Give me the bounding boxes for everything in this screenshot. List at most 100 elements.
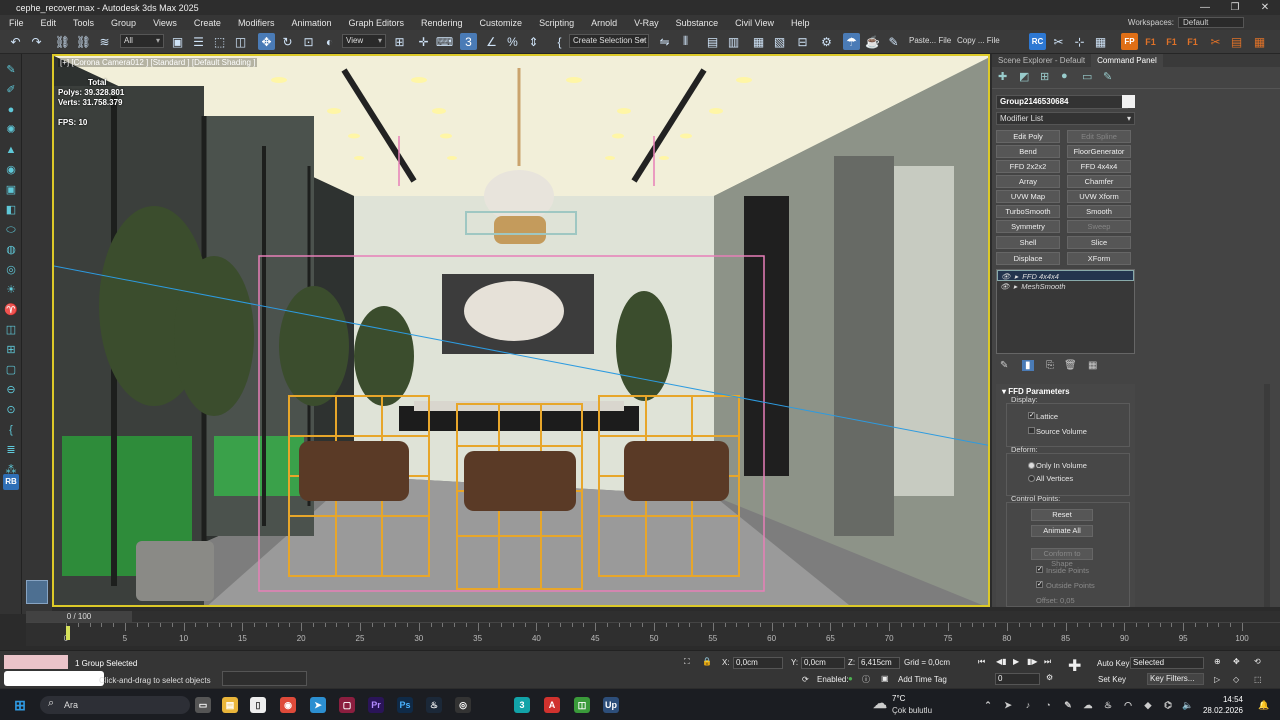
rendered-frame-window-icon[interactable]: ☂ — [843, 33, 860, 50]
app-green-icon[interactable]: ◫ — [574, 697, 590, 713]
undo-icon[interactable]: ↶ — [7, 33, 24, 50]
shell-button[interactable]: Shell — [996, 236, 1060, 249]
panel-icon[interactable]: ▣ — [3, 182, 19, 198]
rc-icon[interactable]: RC — [1029, 33, 1046, 50]
ffd-4x4x4-button[interactable]: FFD 4x4x4 — [1067, 160, 1131, 173]
adaptive-degradation-icon[interactable]: ⟳ — [802, 675, 809, 684]
field-of-view-icon[interactable]: ◇ — [1233, 675, 1239, 684]
utilities-tab-icon[interactable]: ✎ — [1103, 70, 1112, 83]
time-tag-icon[interactable]: ▣ — [881, 674, 889, 683]
eye-icon[interactable]: 👁 — [1001, 271, 1011, 281]
render-iterative-icon[interactable]: ✎ — [885, 33, 902, 50]
slice-button[interactable]: Slice — [1067, 236, 1131, 249]
y-coordinate-field[interactable]: 0,0cm — [801, 657, 845, 669]
toggle-ribbon-icon[interactable]: ▥ — [725, 33, 742, 50]
tab-strip[interactable] — [222, 671, 307, 686]
tray-vpn-icon[interactable]: ◆ — [1140, 697, 1156, 713]
offset-field[interactable]: Offset: 0,05 — [1036, 596, 1075, 605]
edit-poly-button[interactable]: Edit Poly — [996, 130, 1060, 143]
previous-frame-icon[interactable]: ◀▮ — [996, 657, 1007, 666]
document-icon[interactable]: ▯ — [250, 697, 266, 713]
grid-tool-icon[interactable]: ▦ — [1092, 33, 1109, 50]
key-filters-button[interactable]: Key Filters... — [1147, 673, 1204, 685]
align-icon[interactable]: ⫴ — [677, 33, 694, 50]
menu-edit[interactable]: Edit — [32, 18, 65, 28]
zoom-extents-icon[interactable]: ⊕ — [1214, 657, 1221, 666]
fp-icon[interactable]: FP — [1121, 33, 1138, 50]
pin-stack-icon[interactable]: ✎ — [1000, 360, 1008, 371]
menu-views[interactable]: Views — [144, 18, 185, 28]
menu-scripting[interactable]: Scripting — [530, 18, 582, 28]
object-name-field[interactable]: Group2146530684 — [996, 95, 1128, 109]
x-coordinate-field[interactable]: 0,0cm — [733, 657, 783, 669]
angle-snap-icon[interactable]: ∠ — [483, 33, 500, 50]
animate-all-button[interactable]: Animate All — [1031, 525, 1093, 537]
window-crossing-icon[interactable]: ◫ — [232, 33, 249, 50]
rectangular-selection-icon[interactable]: ⬚ — [211, 33, 228, 50]
tray-music-icon[interactable]: ♪ — [1020, 697, 1036, 713]
add-time-tag-button[interactable]: Add Time Tag — [898, 675, 947, 684]
shape-icon[interactable]: ▲ — [3, 142, 19, 158]
f1-second-icon[interactable]: F1 — [1163, 33, 1180, 50]
auto-key-button[interactable]: Auto Key — [1097, 659, 1129, 668]
quad-tool-icon[interactable]: ⊹ — [1071, 33, 1088, 50]
photoshop-icon[interactable]: Ps — [397, 697, 413, 713]
only-in-volume-radio[interactable] — [1028, 462, 1035, 469]
smooth-button[interactable]: Smooth — [1067, 205, 1131, 218]
modify-tab-icon[interactable]: ◩ — [1019, 70, 1029, 83]
curve-editor-icon[interactable]: ▦ — [750, 33, 767, 50]
named-selection-set-dropdown[interactable]: Create Selection Set — [569, 34, 649, 48]
z-coordinate-field[interactable]: 6,415cm — [858, 657, 900, 669]
time-slider-track[interactable] — [26, 611, 1280, 622]
set-key-big-icon[interactable]: ✚ — [1068, 656, 1081, 676]
viewport-scene[interactable] — [54, 56, 990, 607]
tray-volume-icon[interactable]: 🔈 — [1180, 697, 1196, 713]
torus-icon[interactable]: ◎ — [3, 262, 19, 278]
upwork-icon[interactable]: Up — [603, 697, 619, 713]
tab-command-panel[interactable]: Command Panel — [1091, 54, 1163, 67]
walk-through-icon[interactable]: ▷ — [1214, 675, 1220, 684]
ffd-2x2x2-button[interactable]: FFD 2x2x2 — [996, 160, 1060, 173]
enabled-status-icon[interactable]: ● — [848, 674, 853, 683]
info-icon[interactable]: ⓘ — [862, 674, 870, 685]
mirror-icon[interactable]: ⇋ — [656, 33, 673, 50]
script-input-box[interactable] — [4, 671, 104, 686]
telegram-icon[interactable]: ➤ — [310, 697, 326, 713]
close-button[interactable]: ✕ — [1250, 0, 1280, 15]
menu-create[interactable]: Create — [185, 18, 229, 28]
remove-modifier-icon[interactable]: 🗑 — [1064, 360, 1077, 371]
redo-icon[interactable]: ↷ — [28, 33, 45, 50]
task-view-icon[interactable]: ▭ — [195, 697, 211, 713]
sun-icon[interactable]: ✺ — [3, 122, 19, 138]
menu-animation[interactable]: Animation — [282, 18, 339, 28]
tray-pen-icon[interactable]: ✎ — [1060, 697, 1076, 713]
select-by-name-icon[interactable]: ☰ — [190, 33, 207, 50]
menu-substance[interactable]: Substance — [667, 18, 727, 28]
menu-civil-view[interactable]: Civil View — [726, 18, 782, 28]
chamfer-button[interactable]: Chamfer — [1067, 175, 1131, 188]
hierarchy-tab-icon[interactable]: ⊞ — [1040, 70, 1049, 83]
bulb-icon[interactable]: ● — [3, 102, 19, 118]
material-editor-icon[interactable]: ⊟ — [794, 33, 811, 50]
grid-orange-icon[interactable]: ▦ — [1251, 33, 1268, 50]
lamp-icon[interactable]: ♈ — [3, 302, 19, 318]
target-icon[interactable]: ⊙ — [3, 402, 19, 418]
expand-icon[interactable]: ▸ — [1014, 281, 1018, 292]
menu-customize[interactable]: Customize — [471, 18, 531, 28]
tray-send-icon[interactable]: ➤ — [1000, 697, 1016, 713]
xform-button[interactable]: XForm — [1067, 252, 1131, 265]
stack-item[interactable]: 👁 ▸ MeshSmooth — [997, 281, 1134, 292]
premiere-icon[interactable]: Pr — [368, 697, 384, 713]
menu-modifiers[interactable]: Modifiers — [229, 18, 283, 28]
motion-tab-icon[interactable]: ● — [1061, 70, 1068, 82]
symmetry-button[interactable]: Symmetry — [996, 220, 1060, 233]
time-config-icon[interactable]: ⚙ — [1046, 673, 1053, 682]
reset-button[interactable]: Reset — [1031, 509, 1093, 521]
viewport[interactable]: [+] [Corona Camera012 ] [Standard ] [Def… — [52, 54, 990, 607]
unlink-icon[interactable]: ⛓ — [75, 33, 92, 50]
bend-button[interactable]: Bend — [996, 145, 1060, 158]
set-key-button[interactable]: Set Key — [1098, 675, 1126, 684]
displace-button[interactable]: Displace — [996, 252, 1060, 265]
next-frame-icon[interactable]: ▮▶ — [1027, 657, 1038, 666]
make-unique-icon[interactable]: ⎘ — [1046, 360, 1054, 371]
